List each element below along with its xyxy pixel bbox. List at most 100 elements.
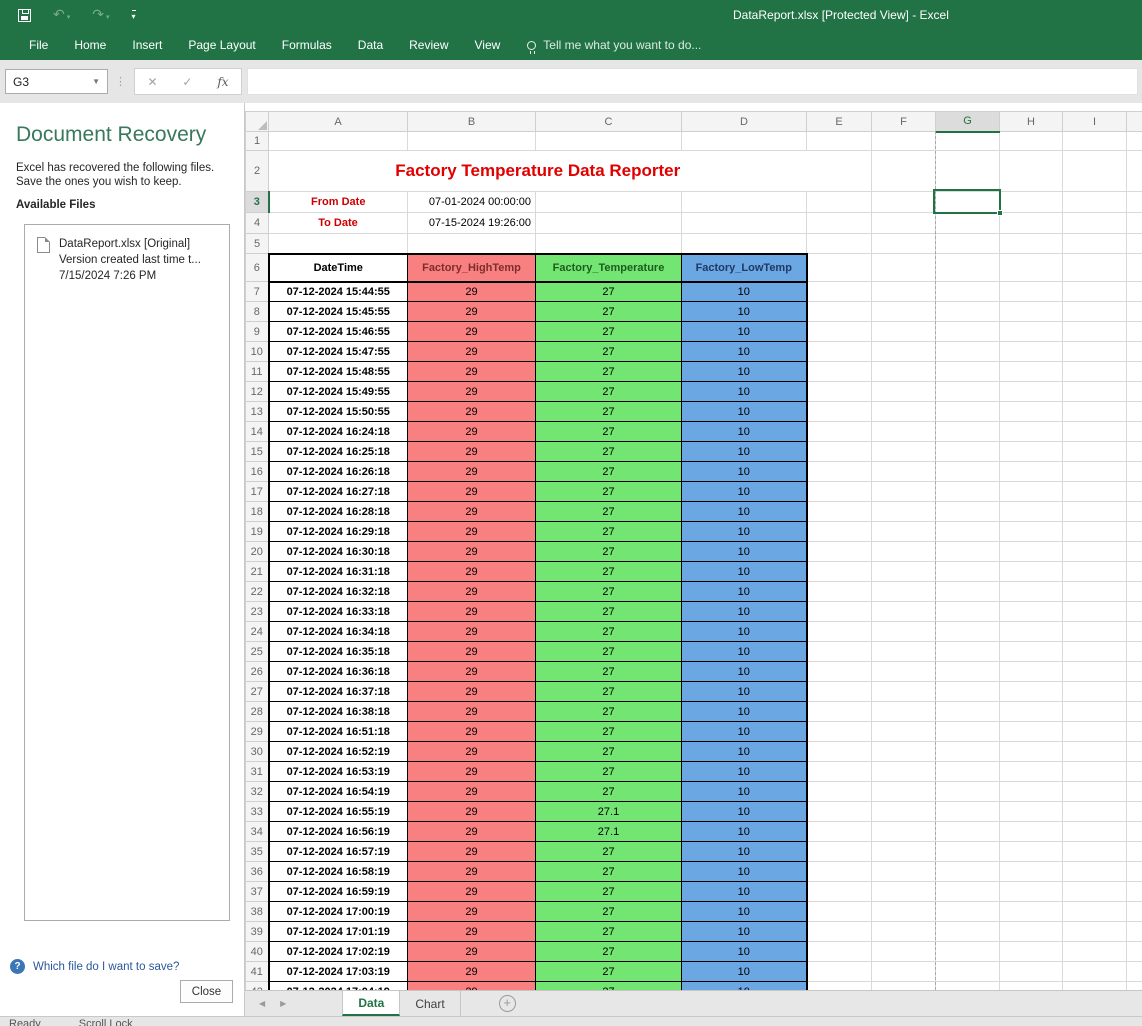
cell-empty[interactable] — [1063, 942, 1127, 962]
cell-empty[interactable] — [872, 902, 936, 922]
cell-lowtemp[interactable]: 10 — [682, 682, 807, 702]
cell-lowtemp[interactable]: 10 — [682, 402, 807, 422]
cell-empty[interactable] — [536, 192, 682, 213]
cell-hightemp[interactable]: 29 — [408, 522, 536, 542]
cell-empty[interactable] — [1063, 562, 1127, 582]
cell-temperature[interactable]: 27 — [536, 782, 682, 802]
cell-empty[interactable] — [1127, 234, 1142, 254]
row-header[interactable]: 8 — [246, 302, 269, 322]
row-header[interactable]: 14 — [246, 422, 269, 442]
row-header[interactable]: 22 — [246, 582, 269, 602]
cell-empty[interactable] — [1127, 602, 1142, 622]
cell-empty[interactable] — [872, 234, 936, 254]
cell-empty[interactable] — [807, 402, 872, 422]
cell-empty[interactable] — [872, 762, 936, 782]
row-header[interactable]: 17 — [246, 482, 269, 502]
cell-lowtemp[interactable]: 10 — [682, 902, 807, 922]
cell-empty[interactable] — [807, 822, 872, 842]
cell-empty[interactable] — [807, 132, 872, 151]
cell-empty[interactable] — [807, 582, 872, 602]
enter-icon[interactable]: ✓ — [182, 75, 192, 89]
cell-lowtemp[interactable]: 10 — [682, 482, 807, 502]
cell-hightemp[interactable]: 29 — [408, 602, 536, 622]
cell-empty[interactable] — [1063, 192, 1127, 213]
cell-temperature[interactable]: 27.1 — [536, 802, 682, 822]
cell-empty[interactable] — [1127, 742, 1142, 762]
cell-empty[interactable] — [1000, 522, 1063, 542]
cell-empty[interactable] — [872, 362, 936, 382]
cell-empty[interactable] — [1063, 362, 1127, 382]
cell-hightemp[interactable]: 29 — [408, 902, 536, 922]
cell-empty[interactable] — [936, 282, 1000, 302]
cell-empty[interactable] — [682, 234, 807, 254]
row-header-6[interactable]: 6 — [246, 254, 269, 282]
cell-temperature[interactable]: 27 — [536, 462, 682, 482]
cell-empty[interactable] — [872, 282, 936, 302]
cell-hightemp[interactable]: 29 — [408, 642, 536, 662]
cell-lowtemp[interactable]: 10 — [682, 822, 807, 842]
cell-temperature[interactable]: 27 — [536, 682, 682, 702]
redo-dropdown-icon[interactable]: ▾ — [106, 14, 110, 21]
cell-datetime[interactable]: 07-12-2024 17:02:19 — [269, 942, 408, 962]
cell-empty[interactable] — [1063, 622, 1127, 642]
cell-empty[interactable] — [1000, 192, 1063, 213]
cell-lowtemp[interactable]: 10 — [682, 362, 807, 382]
cell-hightemp[interactable]: 29 — [408, 682, 536, 702]
cell-empty[interactable] — [1063, 234, 1127, 254]
cell-hightemp[interactable]: 29 — [408, 922, 536, 942]
cell-empty[interactable] — [936, 642, 1000, 662]
cell-lowtemp[interactable]: 10 — [682, 882, 807, 902]
cell-empty[interactable] — [1000, 422, 1063, 442]
cell-empty[interactable] — [1000, 132, 1063, 151]
cell-empty[interactable] — [1000, 702, 1063, 722]
cell-empty[interactable] — [872, 322, 936, 342]
cell-empty[interactable] — [936, 922, 1000, 942]
cell-empty[interactable] — [807, 842, 872, 862]
cell-empty[interactable] — [936, 322, 1000, 342]
redo-button[interactable]: ↷▾ — [92, 6, 109, 24]
cell-empty[interactable] — [1063, 542, 1127, 562]
cell-datetime[interactable]: 07-12-2024 16:27:18 — [269, 482, 408, 502]
cell-empty[interactable] — [1063, 902, 1127, 922]
cell-empty[interactable] — [807, 422, 872, 442]
cell-datetime[interactable]: 07-12-2024 16:30:18 — [269, 542, 408, 562]
cell-empty[interactable] — [936, 132, 1000, 151]
cell-empty[interactable] — [1127, 192, 1142, 213]
cell-empty[interactable] — [1000, 582, 1063, 602]
row-header[interactable]: 31 — [246, 762, 269, 782]
row-header[interactable]: 37 — [246, 882, 269, 902]
cell-empty[interactable] — [1000, 382, 1063, 402]
header-factory-hightemp[interactable]: Factory_HighTemp — [408, 254, 536, 282]
new-sheet-icon[interactable]: + — [499, 995, 516, 1012]
cell-empty[interactable] — [936, 542, 1000, 562]
cell-empty[interactable] — [807, 362, 872, 382]
cell-empty[interactable] — [872, 382, 936, 402]
cell-temperature[interactable]: 27 — [536, 642, 682, 662]
cell-datetime[interactable]: 07-12-2024 15:46:55 — [269, 322, 408, 342]
cell-empty[interactable] — [1000, 942, 1063, 962]
cell-empty[interactable] — [807, 322, 872, 342]
cell-datetime[interactable]: 07-12-2024 15:47:55 — [269, 342, 408, 362]
cell-temperature[interactable]: 27 — [536, 382, 682, 402]
cell-empty[interactable] — [1063, 522, 1127, 542]
cell-empty[interactable] — [1000, 962, 1063, 982]
row-header[interactable]: 25 — [246, 642, 269, 662]
cell-empty[interactable] — [807, 302, 872, 322]
cell-empty[interactable] — [807, 482, 872, 502]
cell-lowtemp[interactable]: 10 — [682, 442, 807, 462]
cell-empty[interactable] — [936, 462, 1000, 482]
cell-hightemp[interactable]: 29 — [408, 502, 536, 522]
cell-empty[interactable] — [1127, 582, 1142, 602]
cell-datetime[interactable]: 07-12-2024 16:32:18 — [269, 582, 408, 602]
row-header-3-selected[interactable]: 3 — [246, 192, 269, 213]
cell-hightemp[interactable]: 29 — [408, 862, 536, 882]
cell-empty[interactable] — [1000, 302, 1063, 322]
cell-empty[interactable] — [1000, 722, 1063, 742]
cell-lowtemp[interactable]: 10 — [682, 622, 807, 642]
cell-empty[interactable] — [536, 213, 682, 234]
cell-hightemp[interactable]: 29 — [408, 622, 536, 642]
cell-empty[interactable] — [872, 722, 936, 742]
cell-empty[interactable] — [807, 702, 872, 722]
cell-temperature[interactable]: 27 — [536, 302, 682, 322]
cell-empty[interactable] — [1127, 402, 1142, 422]
